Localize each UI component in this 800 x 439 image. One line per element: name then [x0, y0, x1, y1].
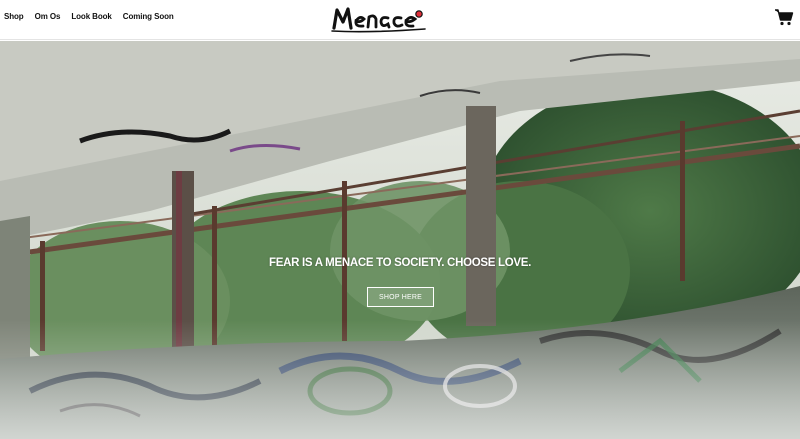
site-header: Shop Om Os Look Book Coming Soon — [0, 0, 800, 40]
menace-logo-graphic — [331, 7, 426, 33]
hero-background-image — [0, 41, 800, 439]
hero-banner: FEAR IS A MENACE TO SOCIETY. CHOOSE LOVE… — [0, 41, 800, 439]
cart-button[interactable] — [774, 7, 794, 27]
nav-link-look-book[interactable]: Look Book — [71, 12, 112, 22]
brand-logo[interactable] — [330, 2, 430, 34]
nav-link-shop[interactable]: Shop — [4, 12, 24, 22]
shopping-cart-icon — [775, 9, 794, 26]
nav-link-coming-soon[interactable]: Coming Soon — [123, 12, 174, 22]
main-nav: Shop Om Os Look Book Coming Soon — [4, 12, 185, 22]
hero-tagline: FEAR IS A MENACE TO SOCIETY. CHOOSE LOVE… — [268, 257, 532, 269]
shop-here-button[interactable]: SHOP HERE — [367, 287, 434, 307]
nav-link-om-os[interactable]: Om Os — [35, 12, 61, 22]
